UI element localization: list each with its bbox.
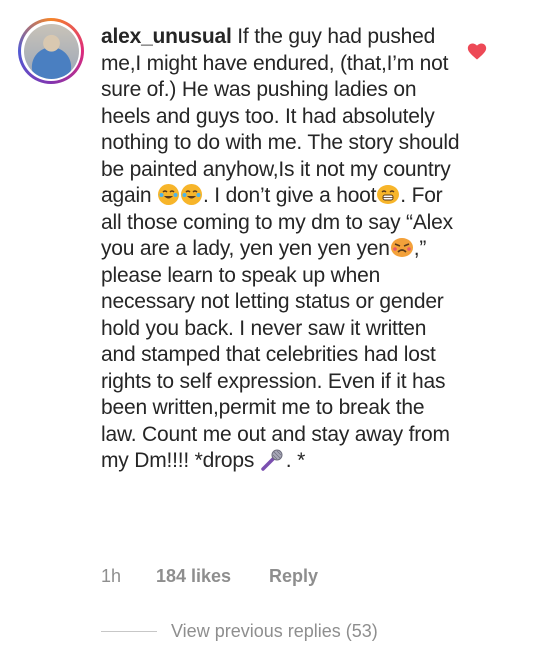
comment-text-part: . I don’t give a hoot <box>203 184 377 207</box>
microphone-emoji <box>260 449 286 471</box>
comment-meta: 1h 184 likes Reply <box>101 566 318 587</box>
grinning-emoji <box>377 185 400 204</box>
avatar-photo <box>23 23 79 79</box>
comment-text-part: ,” please learn to speak up when necessa… <box>101 237 450 472</box>
view-replies-link[interactable]: View previous replies (53) <box>101 621 378 642</box>
timestamp: 1h <box>101 566 122 586</box>
crying-laughing-emoji <box>181 184 203 205</box>
comment-text-part: If the guy had pushed me,I might have en… <box>101 25 460 207</box>
crying-laughing-emoji <box>158 184 180 205</box>
reply-button[interactable]: Reply <box>269 566 318 587</box>
comment-text-part: . * <box>285 449 306 472</box>
likes-count[interactable]: 184 likes <box>156 566 269 587</box>
comment: alex_unusual If the guy had pushed me,I … <box>0 0 535 649</box>
avatar[interactable] <box>18 18 84 84</box>
username[interactable]: alex_unusual <box>101 25 232 48</box>
heart-icon[interactable] <box>466 40 488 62</box>
angry-emoji <box>390 238 413 257</box>
view-replies-label[interactable]: View previous replies (53) <box>171 621 378 642</box>
divider-line <box>101 631 157 632</box>
comment-text: alex_unusual If the guy had pushed me,I … <box>101 24 461 475</box>
